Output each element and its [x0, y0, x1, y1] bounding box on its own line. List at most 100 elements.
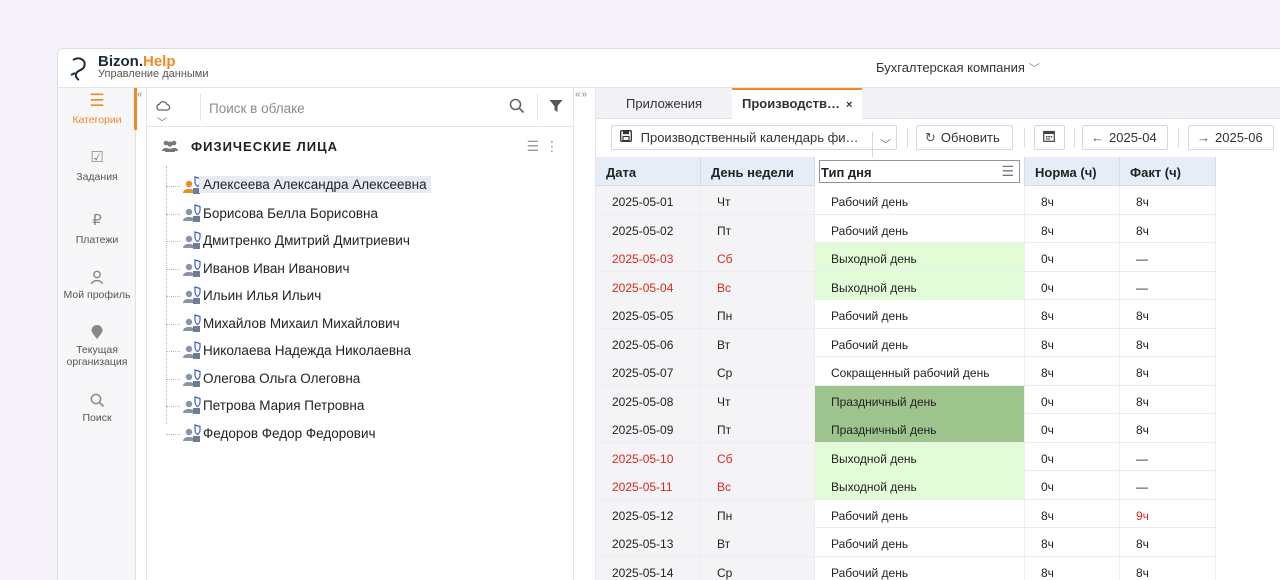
cell-fact[interactable]: —	[1120, 442, 1216, 471]
nav-item-tasks[interactable]: ☑ Задания	[58, 149, 136, 183]
cell-fact[interactable]: 8ч	[1120, 357, 1216, 385]
collapse-panels-icon[interactable]: «»	[575, 89, 588, 100]
column-header-fact[interactable]: Факт (ч)	[1120, 157, 1216, 186]
cell-day-type[interactable]: Рабочий день	[815, 556, 1025, 580]
table-row[interactable]: 2025-05-14 Ср Рабочий день 8ч 8ч	[596, 556, 1216, 580]
tree-branch-line	[166, 433, 180, 435]
refresh-button[interactable]: ↻ Обновить	[916, 125, 1013, 150]
table-row[interactable]: 2025-05-13 Вт Рабочий день 8ч 8ч	[596, 528, 1216, 557]
cell-fact[interactable]: 8ч	[1120, 556, 1216, 580]
cell-norm[interactable]: 0ч	[1025, 385, 1120, 414]
cell-fact[interactable]: 8ч	[1120, 385, 1216, 414]
nav-item-profile[interactable]: Мой профиль	[58, 270, 136, 301]
tab-applications[interactable]: Приложения	[616, 88, 712, 119]
cell-day-type[interactable]: Рабочий день	[815, 328, 1025, 357]
cell-day-type[interactable]: Выходной день	[815, 271, 1025, 300]
table-row[interactable]: 2025-05-12 Пн Рабочий день 8ч 9ч	[596, 499, 1216, 528]
cell-norm[interactable]: 8ч	[1025, 214, 1120, 243]
table-row[interactable]: 2025-05-10 Сб Выходной день 0ч —	[596, 442, 1216, 471]
calendar-picker-button[interactable]	[1034, 125, 1065, 150]
cell-norm[interactable]: 8ч	[1025, 499, 1120, 528]
cell-fact[interactable]: 8ч	[1120, 186, 1216, 214]
cell-date: 2025-05-05	[596, 300, 701, 328]
list-menu-icon[interactable]: ☰	[526, 138, 539, 155]
more-vertical-icon[interactable]: ⋮	[545, 138, 559, 155]
prev-month-button[interactable]: ← 2025-04	[1082, 125, 1168, 150]
table-row[interactable]: 2025-05-09 Пт Праздничный день 0ч 8ч	[596, 414, 1216, 443]
table-row[interactable]: 2025-05-03 Сб Выходной день 0ч —	[596, 243, 1216, 272]
nav-label: Поиск	[82, 412, 112, 424]
cell-date: 2025-05-14	[596, 556, 701, 580]
cell-norm[interactable]: 8ч	[1025, 528, 1120, 556]
cell-date: 2025-05-02	[596, 214, 701, 243]
column-header-day-type[interactable]: Тип дня ☰	[815, 157, 1025, 186]
table-row[interactable]: 2025-05-02 Пт Рабочий день 8ч 8ч	[596, 214, 1216, 243]
cell-date: 2025-05-07	[596, 357, 701, 385]
cell-norm[interactable]: 8ч	[1025, 186, 1120, 214]
close-icon[interactable]: ×	[846, 99, 852, 111]
cell-date: 2025-05-13	[596, 528, 701, 556]
company-selector[interactable]: Бухгалтерская компания ﹀	[876, 60, 1040, 76]
cell-norm[interactable]: 0ч	[1025, 471, 1120, 499]
calendar-select[interactable]: Производственный календарь фи… ﹀	[611, 125, 897, 157]
cell-fact[interactable]: 8ч	[1120, 300, 1216, 328]
column-menu-icon[interactable]: ☰	[1001, 163, 1014, 180]
filter-icon[interactable]	[549, 99, 563, 113]
cell-norm[interactable]: 8ч	[1025, 300, 1120, 328]
collapse-nav-icon[interactable]: «	[137, 89, 143, 100]
table-row[interactable]: 2025-05-04 Вс Выходной день 0ч —	[596, 271, 1216, 300]
cell-day-type[interactable]: Сокращенный рабочий день	[815, 357, 1025, 385]
person-icon	[182, 203, 202, 224]
nav-item-categories[interactable]: ☰ Категории	[58, 92, 136, 126]
table-row[interactable]: 2025-05-08 Чт Праздничный день 0ч 8ч	[596, 385, 1216, 414]
tab-production-calendar[interactable]: Производств… ×	[732, 88, 863, 119]
cell-fact[interactable]: —	[1120, 471, 1216, 499]
table-row[interactable]: 2025-05-07 Ср Сокращенный рабочий день 8ч 8ч	[596, 357, 1216, 386]
cell-fact[interactable]: 8ч	[1120, 528, 1216, 556]
nav-item-organization[interactable]: Текущая организация	[58, 325, 136, 368]
column-header-weekday[interactable]: День недели	[701, 157, 815, 186]
cell-fact[interactable]: 8ч	[1120, 414, 1216, 442]
cell-norm[interactable]: 8ч	[1025, 357, 1120, 385]
cloud-search-input[interactable]	[209, 97, 499, 119]
chevron-down-icon[interactable]: ﹀	[872, 132, 898, 157]
cell-norm[interactable]: 8ч	[1025, 556, 1120, 580]
cell-fact[interactable]: 8ч	[1120, 328, 1216, 357]
cell-day-type[interactable]: Рабочий день	[815, 528, 1025, 556]
person-name: Михайлов Михаил Михайлович	[203, 315, 400, 331]
cell-norm[interactable]: 0ч	[1025, 243, 1120, 271]
search-icon[interactable]	[509, 98, 525, 114]
bizon-logo-icon	[70, 57, 86, 81]
nav-item-search[interactable]: Поиск	[58, 393, 136, 424]
table-row[interactable]: 2025-05-06 Вт Рабочий день 8ч 8ч	[596, 328, 1216, 357]
column-header-date[interactable]: Дата	[596, 157, 701, 186]
nav-item-payments[interactable]: ₽ Платежи	[58, 213, 136, 246]
cell-norm[interactable]: 0ч	[1025, 271, 1120, 300]
cell-day-type[interactable]: Выходной день	[815, 243, 1025, 271]
cell-day-type[interactable]: Выходной день	[815, 442, 1025, 471]
column-header-norm[interactable]: Норма (ч)	[1025, 157, 1120, 186]
table-row[interactable]: 2025-05-11 Вс Выходной день 0ч —	[596, 471, 1216, 500]
table-row[interactable]: 2025-05-01 Чт Рабочий день 8ч 8ч	[596, 186, 1216, 215]
person-icon	[182, 341, 202, 361]
tree-branch-line	[166, 351, 180, 352]
cell-day-type[interactable]: Праздничный день	[815, 385, 1025, 414]
table-row[interactable]: 2025-05-05 Пн Рабочий день 8ч 8ч	[596, 300, 1216, 329]
checkbox-icon: ☑	[90, 149, 104, 166]
cell-norm[interactable]: 8ч	[1025, 328, 1120, 357]
cell-norm[interactable]: 0ч	[1025, 414, 1120, 442]
cell-fact[interactable]: 8ч	[1120, 214, 1216, 243]
cloud-source-dropdown[interactable]: ﹀	[155, 99, 181, 129]
cell-fact[interactable]: —	[1120, 271, 1216, 300]
cell-day-type[interactable]: Рабочий день	[815, 214, 1025, 243]
cell-date: 2025-05-09	[596, 414, 701, 442]
cell-day-type[interactable]: Рабочий день	[815, 186, 1025, 214]
cell-day-type[interactable]: Праздничный день	[815, 414, 1025, 442]
cell-fact[interactable]: 9ч	[1120, 499, 1216, 528]
next-month-button[interactable]: → 2025-06	[1188, 125, 1274, 150]
cell-fact[interactable]: —	[1120, 243, 1216, 271]
cell-day-type[interactable]: Рабочий день	[815, 300, 1025, 328]
cell-norm[interactable]: 0ч	[1025, 442, 1120, 471]
cell-day-type[interactable]: Рабочий день	[815, 499, 1025, 528]
cell-day-type[interactable]: Выходной день	[815, 471, 1025, 499]
